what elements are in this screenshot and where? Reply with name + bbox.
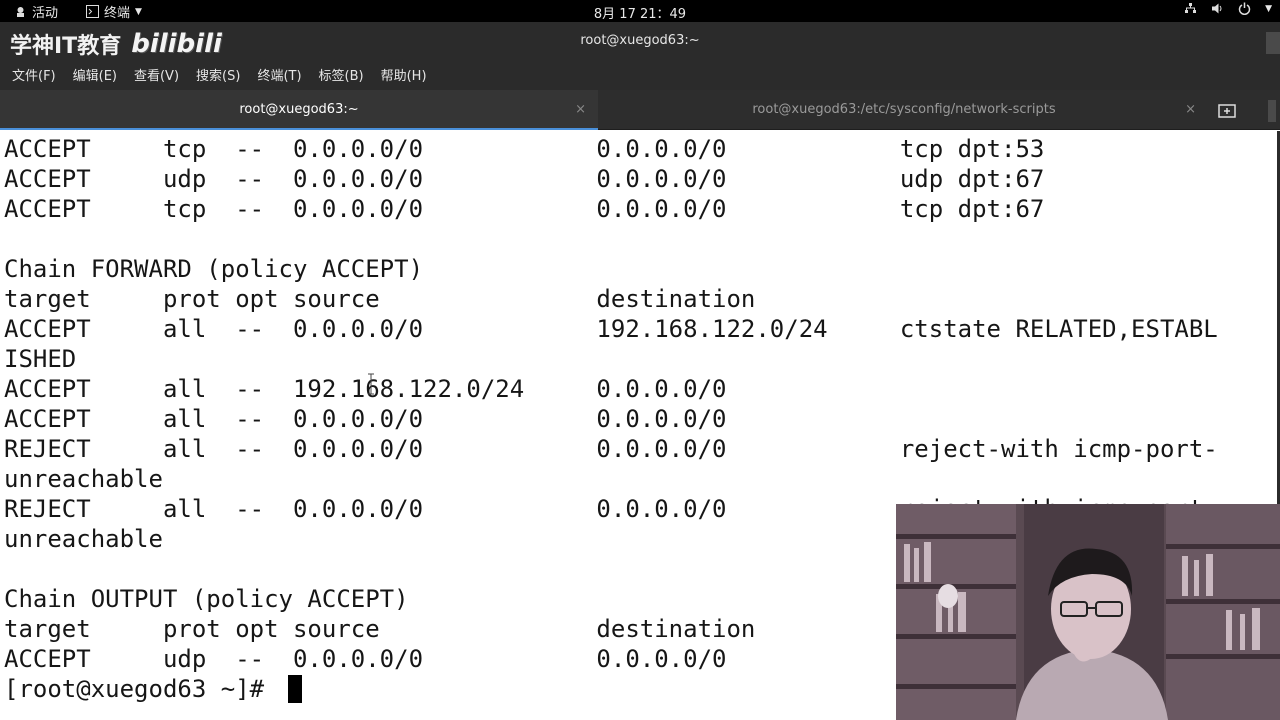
tab-network-scripts[interactable]: root@xuegod63:/etc/sysconfig/network-scr…: [600, 90, 1208, 130]
window-close-button[interactable]: [1266, 32, 1280, 54]
window-title: root@xuegod63:~: [580, 33, 700, 48]
tab-scroll-handle[interactable]: [1268, 100, 1276, 122]
new-tab-icon[interactable]: [1218, 102, 1236, 118]
volume-icon[interactable]: [1211, 2, 1224, 15]
terminal-line: ACCEPT udp -- 0.0.0.0/0 0.0.0.0/0: [4, 645, 727, 673]
terminal-line: REJECT all -- 0.0.0.0/0 0.0.0.0/0 reject…: [4, 435, 1218, 463]
menu-bar: 文件(F) 编辑(E) 查看(V) 搜索(S) 终端(T) 标签(B) 帮助(H…: [0, 64, 1280, 90]
terminal-line: unreachable: [4, 465, 163, 493]
shell-prompt: [root@xuegod63 ~]#: [4, 675, 279, 703]
webcam-overlay: [896, 504, 1280, 720]
menu-terminal[interactable]: 终端(T): [257, 64, 301, 90]
presenter-video-image: [896, 504, 1280, 720]
tab-label: root@xuegod63:~: [239, 102, 359, 117]
network-icon[interactable]: [1184, 2, 1197, 15]
menu-search[interactable]: 搜索(S): [196, 64, 240, 90]
terminal-line: Chain FORWARD (policy ACCEPT): [4, 255, 424, 283]
clock[interactable]: 8月 17 21：49: [0, 3, 1280, 22]
terminal-line: unreachable: [4, 525, 163, 553]
terminal-line: ISHED: [4, 345, 77, 373]
menu-view[interactable]: 查看(V): [134, 64, 179, 90]
chevron-down-icon: ▼: [1265, 3, 1272, 14]
terminal-line: Chain OUTPUT (policy ACCEPT): [4, 585, 409, 613]
terminal-line: target prot opt source destination: [4, 615, 756, 643]
text-cursor: [288, 675, 302, 703]
menu-file[interactable]: 文件(F): [12, 64, 56, 90]
menu-tabs[interactable]: 标签(B): [319, 64, 364, 90]
power-icon[interactable]: [1238, 2, 1251, 15]
terminal-line: ACCEPT all -- 0.0.0.0/0 0.0.0.0/0: [4, 405, 727, 433]
system-tray[interactable]: ▼: [1184, 2, 1272, 15]
window-title-bar[interactable]: 学神IT教育 bilibili root@xuegod63:~: [0, 22, 1280, 64]
terminal-line: ACCEPT tcp -- 0.0.0.0/0 0.0.0.0/0 tcp dp…: [4, 135, 1045, 163]
tab-root-home[interactable]: root@xuegod63:~ ×: [0, 90, 598, 130]
terminal-line: ACCEPT udp -- 0.0.0.0/0 0.0.0.0/0 udp dp…: [4, 165, 1045, 193]
close-icon[interactable]: ×: [1185, 90, 1196, 130]
terminal-line: ACCEPT tcp -- 0.0.0.0/0 0.0.0.0/0 tcp dp…: [4, 195, 1045, 223]
close-icon[interactable]: ×: [575, 90, 586, 130]
terminal-line: ACCEPT all -- 0.0.0.0/0 192.168.122.0/24…: [4, 315, 1218, 343]
menu-help[interactable]: 帮助(H): [381, 64, 427, 90]
tab-bar: root@xuegod63:~ × root@xuegod63:/etc/sys…: [0, 90, 1280, 130]
mouse-ibeam-icon: [368, 373, 374, 395]
system-top-bar: 活动 终端 ▼ 8月 17 21：49 ▼: [0, 0, 1280, 22]
menu-edit[interactable]: 编辑(E): [73, 64, 117, 90]
terminal-line: target prot opt source destination: [4, 285, 756, 313]
terminal-line: ACCEPT all -- 192.168.122.0/24 0.0.0.0/0: [4, 375, 727, 403]
tab-label: root@xuegod63:/etc/sysconfig/network-scr…: [752, 102, 1056, 117]
